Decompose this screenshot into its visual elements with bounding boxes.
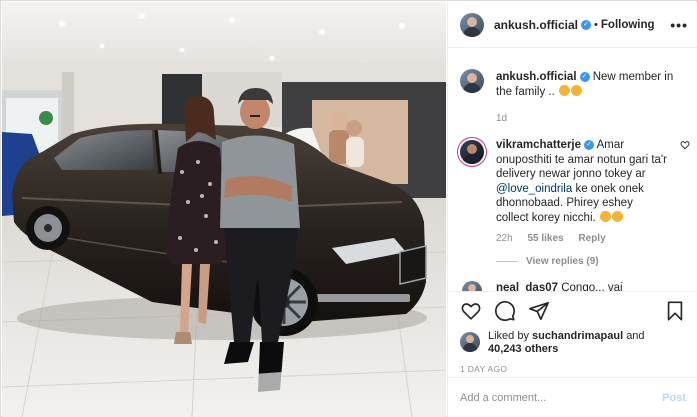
commenter-avatar[interactable] (462, 281, 482, 291)
comment-meta: 22h 55 likes Reply (496, 233, 686, 244)
view-replies-label: View replies (9) (526, 256, 599, 267)
post-header: ankush.official ✓ • Following ••• (448, 2, 697, 48)
post-photo[interactable] (2, 2, 446, 417)
comment-likes-count[interactable]: 55 likes (527, 233, 563, 244)
author-avatar[interactable] (460, 12, 484, 37)
more-options-icon[interactable]: ••• (670, 17, 688, 33)
following-button[interactable]: Following (601, 19, 655, 31)
commenter-avatar[interactable] (460, 140, 484, 164)
grin-emoji-icon (611, 210, 623, 222)
post-actions: Liked by suchandrimapaul and 40,243 othe… (448, 291, 697, 417)
verified-badge-icon: ✓ (579, 71, 590, 82)
comment-icon[interactable] (494, 300, 516, 322)
caption: ankush.official ✓ New member in the famil… (460, 65, 686, 124)
header-separator: • (594, 18, 598, 31)
post-timestamp[interactable]: 1 DAY AGO (460, 364, 686, 374)
action-icons-row (460, 292, 686, 330)
liked-by-label: Liked by (488, 330, 529, 342)
comment-username[interactable]: vikramchatterje (496, 139, 581, 151)
heart-eyes-emoji-icon (559, 84, 571, 96)
liker-username[interactable]: suchandrimapaul (532, 330, 623, 342)
verified-badge-icon: ✓ (584, 139, 595, 150)
share-icon[interactable] (528, 300, 550, 322)
comment-like-heart-icon[interactable] (680, 140, 690, 150)
caption-username[interactable]: ankush.official (496, 71, 577, 83)
comment-time[interactable]: 22h (496, 233, 513, 244)
comment-reply-button[interactable]: Reply (578, 233, 605, 244)
comment-item: vikramchatterje ✓ Amar onuposthiti te ama… (460, 138, 690, 267)
comment-mention-link[interactable]: @love_oindrila (496, 183, 572, 195)
liker-avatar[interactable] (460, 332, 480, 352)
add-comment-input[interactable] (460, 391, 663, 404)
likes-summary: Liked by suchandrimapaul and 40,243 othe… (460, 330, 686, 356)
verified-badge-icon: ✓ (581, 19, 592, 30)
comment-username[interactable]: neal_das07 (496, 282, 558, 291)
caption-avatar[interactable] (460, 69, 484, 93)
post-comment-button[interactable]: Post (662, 392, 686, 404)
comment-text: Congo... vai (561, 282, 623, 291)
post-photo-illustration (2, 2, 446, 417)
like-heart-icon[interactable] (460, 300, 482, 322)
likes-others-link[interactable]: 40,243 others (488, 343, 558, 355)
comments-list[interactable]: ankush.official ✓ New member in the famil… (448, 49, 697, 291)
add-comment-bar: Post (448, 377, 697, 417)
save-bookmark-icon[interactable] (664, 300, 686, 322)
comment-item: neal_das07 Congo... vai (460, 281, 686, 291)
caption-meta: 1d (496, 113, 686, 124)
grin-emoji-icon (599, 210, 611, 222)
post-dialog: ankush.official ✓ • Following ••• ankush… (0, 0, 697, 417)
view-replies-button[interactable]: View replies (9) (496, 256, 686, 267)
post-side-panel: ankush.official ✓ • Following ••• ankush… (447, 2, 697, 417)
caption-time[interactable]: 1d (496, 113, 507, 124)
likes-joiner: and (626, 330, 645, 342)
heart-eyes-emoji-icon (571, 84, 583, 96)
author-username[interactable]: ankush.official (494, 18, 578, 32)
